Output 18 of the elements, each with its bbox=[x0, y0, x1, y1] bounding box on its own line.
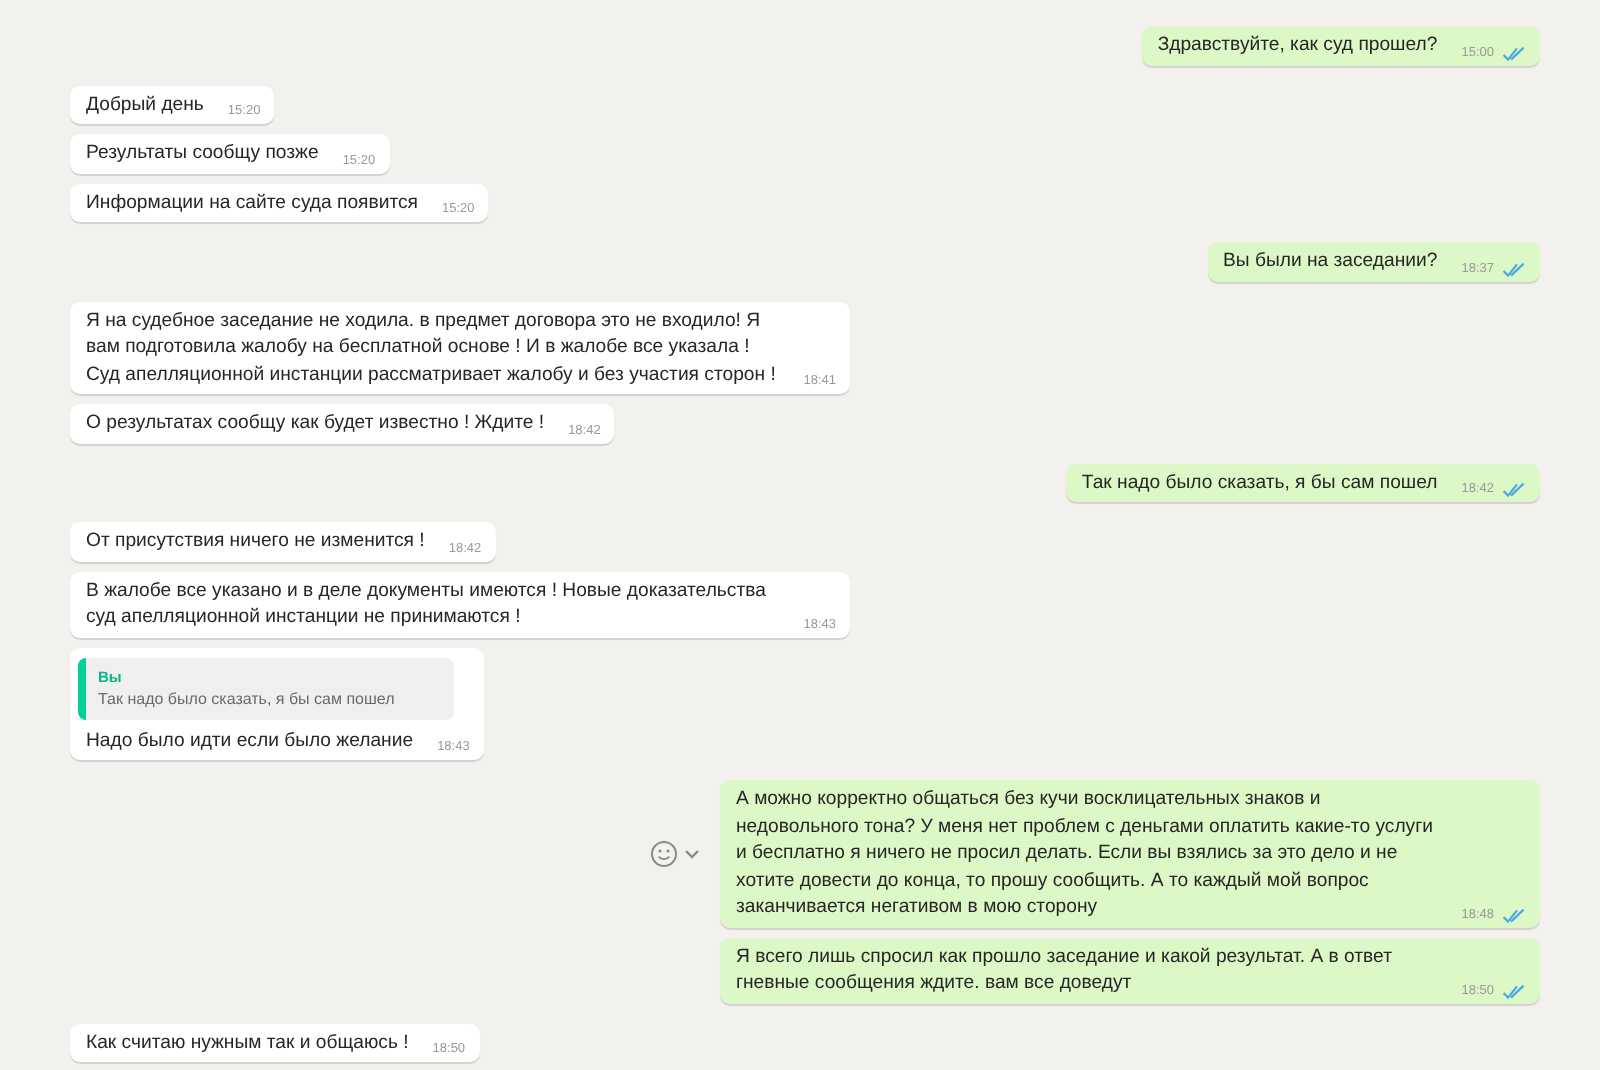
message-text: Надо было идти если было желание bbox=[86, 727, 414, 754]
smiley-icon bbox=[650, 839, 678, 868]
message-text: Так надо было сказать, я бы сам пошел bbox=[1081, 469, 1438, 496]
message-text: В жалобе все указано и в деле документы имеются ! Новые доказательства суд апелляционной инстанции не принимаются ! bbox=[86, 577, 768, 631]
message-text: Как считаю нужным так и общаюсь ! bbox=[86, 1029, 409, 1056]
message-text: Здравствуйте, как суд прошел? bbox=[1157, 32, 1438, 59]
message-text: Добрый день bbox=[86, 91, 204, 118]
message-text: А можно корректно общаться без кучи восклицательных знаков и недовольного тона? У меня нет проблем с деньгами оплатить какие-то услуги и бесплатно я ничего не просил делать. Если вы взялись за это дело и не хотите довести до конца, то прошу сообщить. А то каждый мой вопрос заканчивается негативом в мою сторону bbox=[736, 786, 1435, 921]
message-text: Вы были на заседании? bbox=[1223, 248, 1438, 275]
message-text: О результатах сообщу как будет известно ! Ждите ! bbox=[86, 410, 545, 437]
message-text: От присутствия ничего не изменится ! bbox=[86, 528, 425, 555]
message-text: Я на судебное заседание не ходила. в предмет договора это не входило! Я вам подготовила жалобу на бесплатной основе ! И в жалобе все указала ! Суд апелляционной инстанции рассматривает жалобу и без участия сторон ! bbox=[86, 307, 778, 388]
chevron-down-icon bbox=[684, 847, 700, 860]
message-text: Я всего лишь спросил как прошло заседание и какой результат. А в ответ гневные сообщения ждите. вам все доведут bbox=[736, 943, 1394, 997]
message-text: Информации на сайте суда появится bbox=[86, 189, 418, 216]
quote-text: Так надо было сказать, я бы сам пошел bbox=[98, 687, 397, 709]
message-text: Результаты сообщу позже bbox=[86, 140, 319, 167]
reaction-button[interactable] bbox=[650, 839, 700, 868]
